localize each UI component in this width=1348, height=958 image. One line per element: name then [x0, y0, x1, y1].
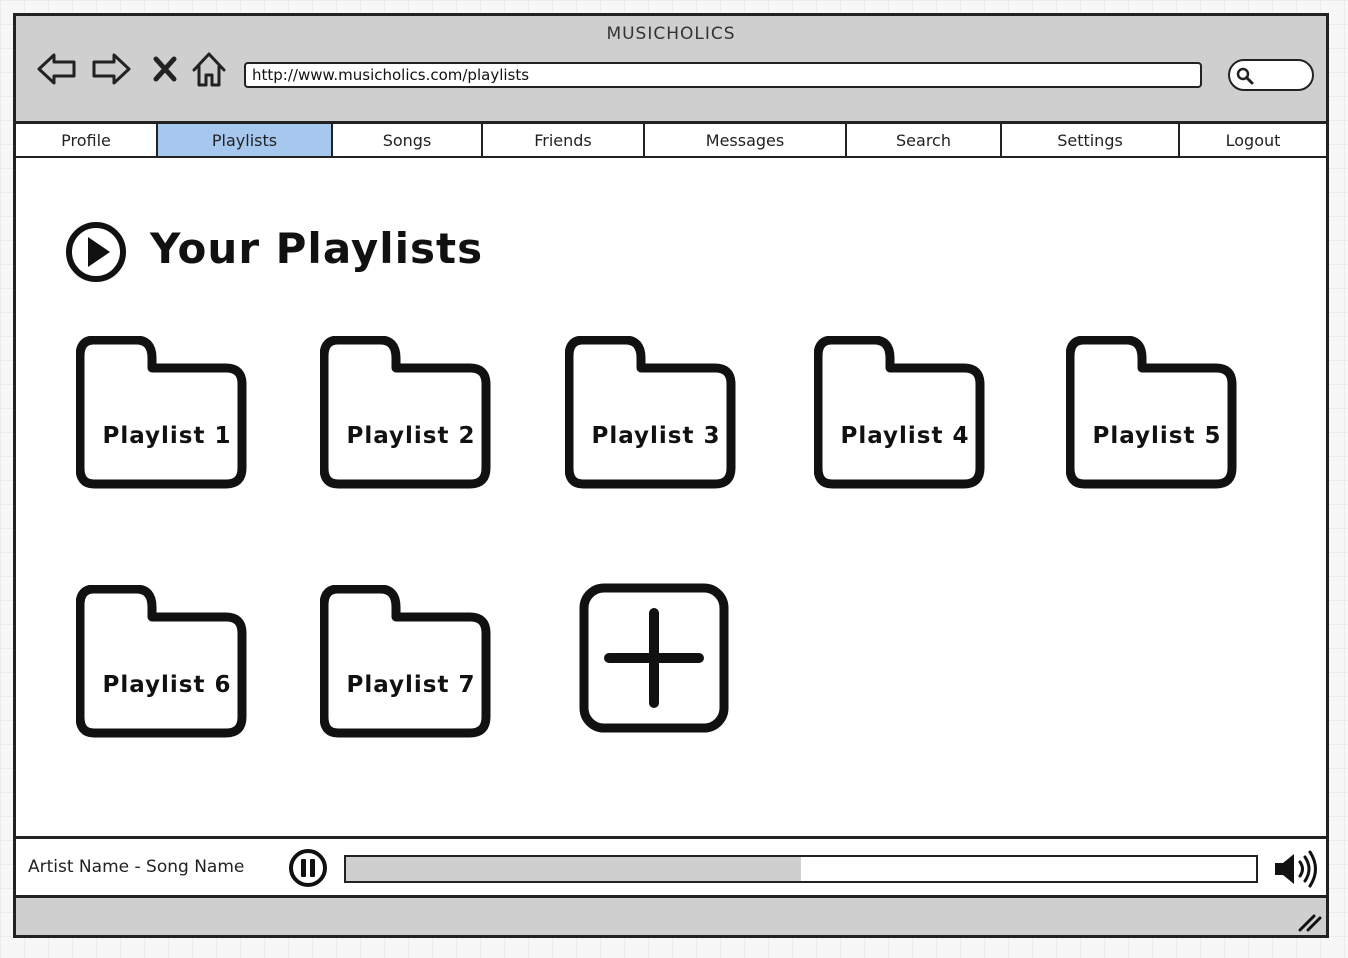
search-icon [1236, 67, 1254, 85]
folder-icon [1066, 336, 1237, 489]
folder-icon [565, 336, 736, 489]
folder-icon [76, 336, 247, 489]
playlist-label: Playlist 3 [591, 423, 721, 449]
playlist-folder-4[interactable]: Playlist 4 [814, 336, 996, 490]
volume-icon[interactable] [1272, 848, 1320, 890]
folder-icon [320, 585, 491, 738]
playlist-label: Playlist 2 [346, 423, 476, 449]
browser-window: MUSICHOLICS http://www.musicholics.com/p… [13, 13, 1329, 938]
folder-icon [320, 336, 491, 489]
main-content: Your Playlists Playlist 1 Playlist 2 Pla… [16, 158, 1326, 840]
url-input[interactable]: http://www.musicholics.com/playlists [244, 62, 1202, 88]
status-bar [16, 898, 1326, 935]
playlist-label: Playlist 6 [102, 672, 232, 698]
playback-progress-bar[interactable] [344, 855, 1258, 883]
back-arrow-icon[interactable] [36, 48, 78, 90]
playlist-label: Playlist 1 [102, 423, 232, 449]
playlist-folder-1[interactable]: Playlist 1 [76, 336, 258, 490]
tab-songs[interactable]: Songs [333, 124, 483, 156]
tab-search[interactable]: Search [847, 124, 1002, 156]
tab-profile[interactable]: Profile [16, 124, 158, 156]
resize-grip-icon[interactable] [1296, 912, 1322, 932]
folder-icon [814, 336, 985, 489]
play-circle-icon [66, 222, 126, 282]
folder-icon [76, 585, 247, 738]
add-icon [579, 583, 729, 733]
playlist-label: Playlist 5 [1092, 423, 1222, 449]
playlist-label: Playlist 4 [840, 423, 970, 449]
search-field[interactable] [1228, 59, 1314, 91]
playlist-folder-3[interactable]: Playlist 3 [565, 336, 747, 490]
tab-logout[interactable]: Logout [1180, 124, 1326, 156]
close-icon[interactable] [150, 48, 180, 90]
title-bar: MUSICHOLICS http://www.musicholics.com/p… [16, 16, 1326, 124]
add-playlist-button[interactable] [579, 583, 729, 733]
tab-friends[interactable]: Friends [483, 124, 645, 156]
home-icon[interactable] [188, 48, 230, 90]
music-player-bar: Artist Name - Song Name [16, 836, 1326, 898]
pause-icon[interactable] [288, 848, 328, 888]
now-playing-label: Artist Name - Song Name [28, 857, 245, 877]
playlist-folder-2[interactable]: Playlist 2 [320, 336, 502, 490]
playlist-folder-6[interactable]: Playlist 6 [76, 585, 258, 739]
progress-fill [346, 857, 801, 881]
tab-playlists[interactable]: Playlists [158, 124, 333, 156]
playlist-folder-7[interactable]: Playlist 7 [320, 585, 502, 739]
playlist-label: Playlist 7 [346, 672, 476, 698]
nav-tabs: Profile Playlists Songs Friends Messages… [16, 124, 1326, 158]
page-title: Your Playlists [150, 224, 484, 273]
tab-messages[interactable]: Messages [645, 124, 847, 156]
window-title: MUSICHOLICS [606, 24, 736, 44]
forward-arrow-icon[interactable] [90, 48, 132, 90]
tab-settings[interactable]: Settings [1002, 124, 1180, 156]
playlist-folder-5[interactable]: Playlist 5 [1066, 336, 1248, 490]
